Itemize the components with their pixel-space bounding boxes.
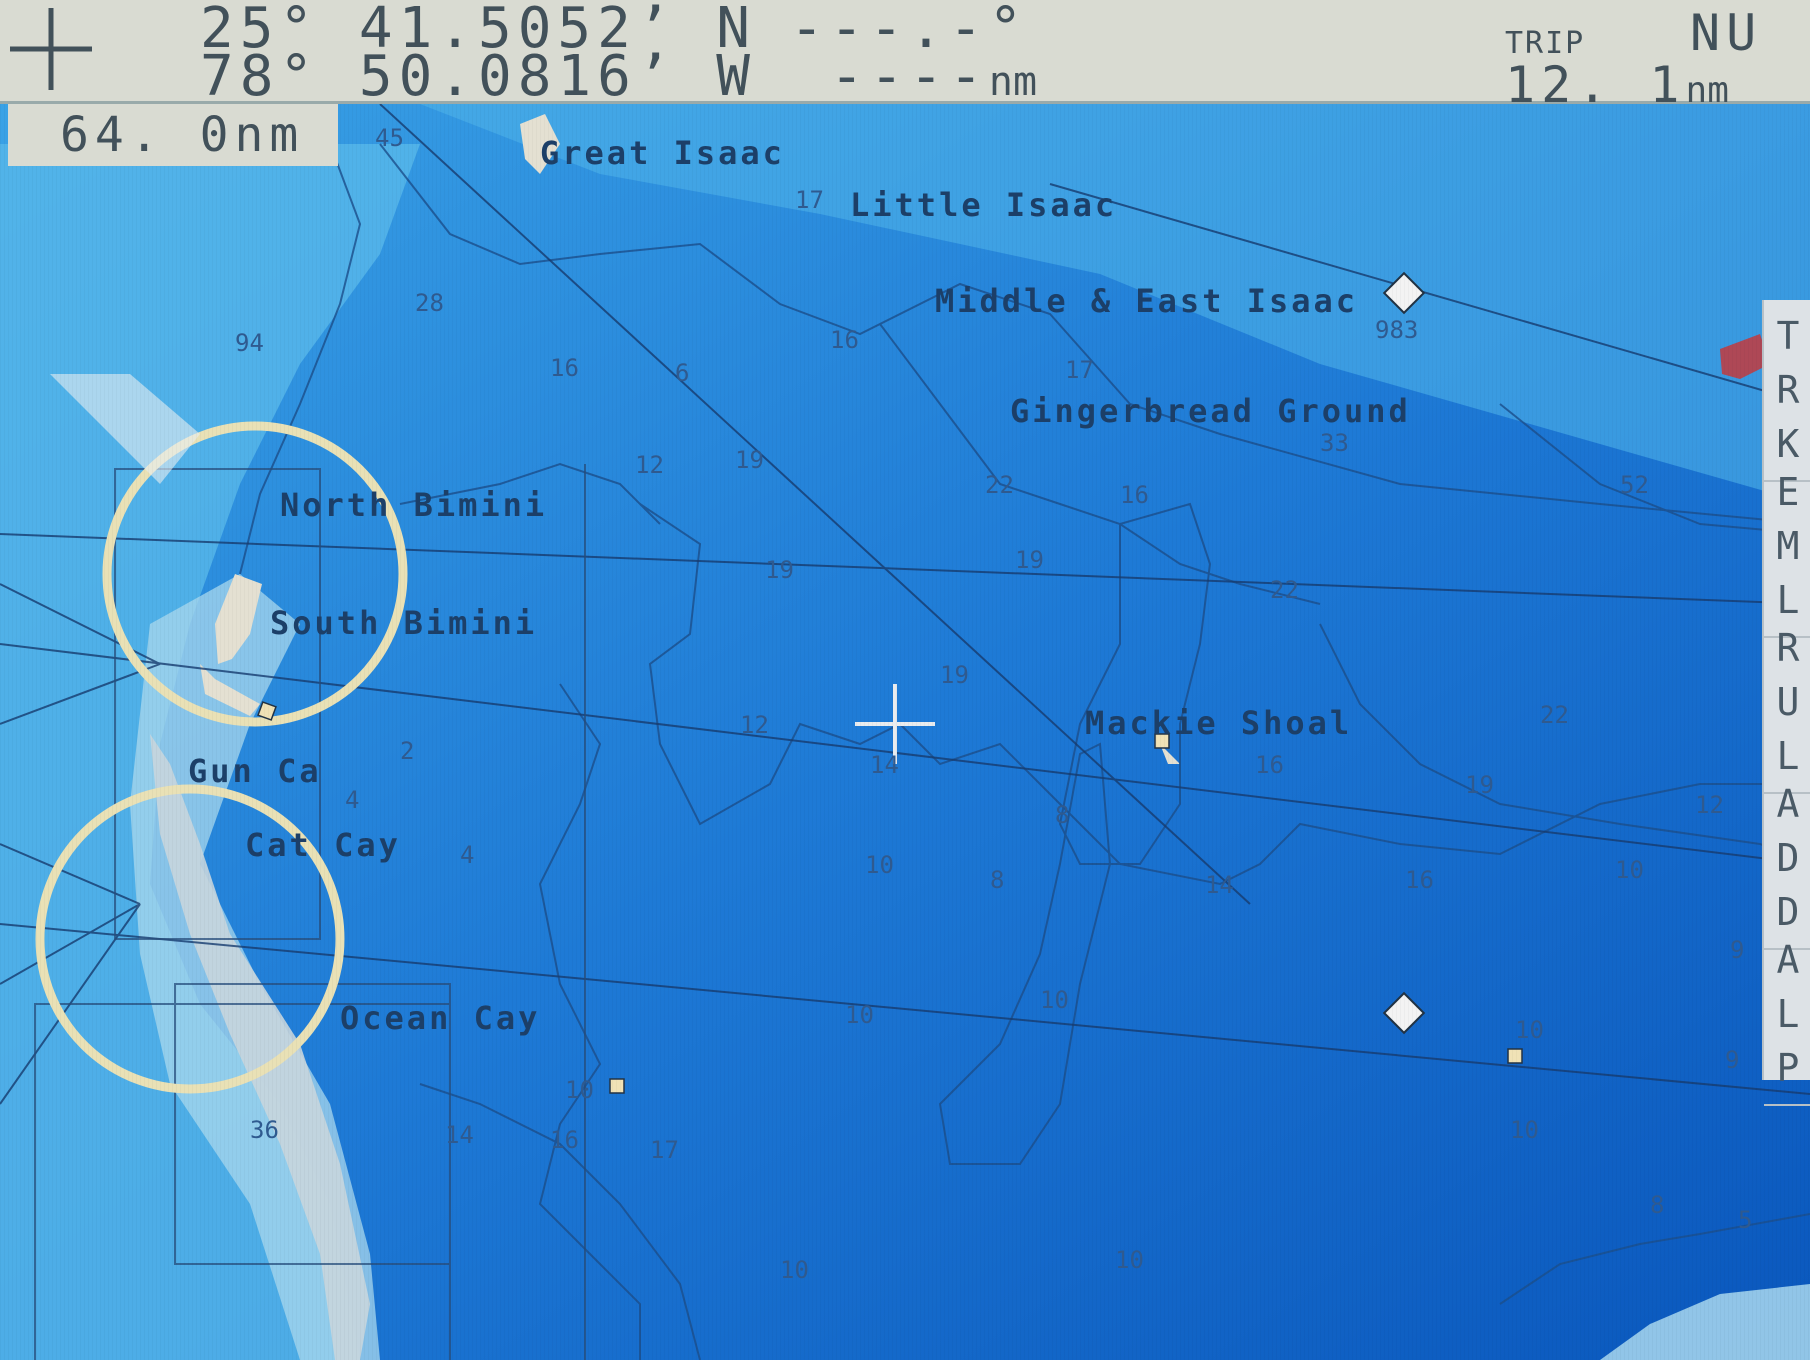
label-little-isaac[interactable]: Little Isaac	[850, 186, 1117, 224]
label-gun-cay[interactable]: Gun Ca	[188, 752, 322, 790]
label-ocean-cay[interactable]: Ocean Cay	[340, 999, 540, 1037]
depth-sounding: 983	[1375, 316, 1419, 344]
depth-sounding: 22	[1540, 701, 1569, 729]
depth-sounding: 12	[635, 451, 664, 479]
range-indicator: 64. 0nm	[8, 104, 338, 166]
depth-sounding: 9	[1730, 936, 1745, 964]
depth-sounding: 33	[1320, 429, 1349, 457]
depth-sounding: 17	[1065, 356, 1094, 384]
menu-trk-button[interactable]: TRK	[1764, 300, 1810, 482]
depth-sounding: 10	[565, 1076, 594, 1104]
label-mackie-shoal[interactable]: Mackie Shoal	[1085, 704, 1352, 742]
label-middle-east-isaac[interactable]: Middle & East Isaac	[935, 282, 1358, 320]
depth-sounding: 4	[460, 841, 475, 869]
longitude-readout: 78° 50.0816’ W	[200, 44, 757, 109]
depth-sounding: 16	[1120, 481, 1149, 509]
depth-sounding: 19	[1015, 546, 1044, 574]
side-menu: TRK EML RUL ADD ALP	[1762, 300, 1810, 1106]
depth-sounding: 5	[1738, 1206, 1753, 1234]
depth-sounding: 19	[1465, 771, 1494, 799]
label-great-isaac[interactable]: Great Isaac	[540, 134, 785, 172]
depth-sounding: 10	[845, 1001, 874, 1029]
depth-sounding: 36	[250, 1116, 279, 1144]
cursor-crosshair-icon	[10, 8, 92, 90]
menu-label: EML	[1776, 470, 1800, 622]
depth-sounding: 12	[740, 711, 769, 739]
depth-sounding: 19	[765, 556, 794, 584]
depth-sounding: 10	[1040, 986, 1069, 1014]
depth-sounding: 10	[780, 1256, 809, 1284]
depth-sounding: 14	[1205, 871, 1234, 899]
menu-label: RUL	[1776, 626, 1800, 778]
label-south-bimini[interactable]: South Bimini	[270, 604, 537, 642]
depth-sounding: 22	[1270, 576, 1299, 604]
menu-label: ADD	[1776, 782, 1800, 934]
menu-alp-button[interactable]: ALP	[1764, 924, 1810, 1106]
depth-sounding: 16	[830, 326, 859, 354]
depth-sounding: 19	[940, 661, 969, 689]
distance-value: ----	[830, 44, 989, 109]
depth-sounding: 12	[1695, 791, 1724, 819]
depth-sounding: 16	[1405, 866, 1434, 894]
depth-sounding: 8	[1650, 1191, 1665, 1219]
depth-sounding: 22	[985, 471, 1014, 499]
depth-sounding: 19	[735, 446, 764, 474]
depth-sounding: 16	[1255, 751, 1284, 779]
depth-sounding: 17	[650, 1136, 679, 1164]
label-north-bimini[interactable]: North Bimini	[280, 486, 547, 524]
depth-sounding: 6	[675, 359, 690, 387]
depth-sounding: 10	[1615, 856, 1644, 884]
label-gingerbread-ground[interactable]: Gingerbread Ground	[1010, 392, 1411, 430]
depth-sounding: 10	[1115, 1246, 1144, 1274]
depth-sounding: 8	[990, 866, 1005, 894]
label-cat-cay[interactable]: Cat Cay	[245, 826, 401, 864]
orientation-indicator[interactable]: NU	[1690, 4, 1762, 62]
menu-label: TRK	[1776, 314, 1800, 466]
depth-sounding: 14	[445, 1121, 474, 1149]
distance-unit: nm	[988, 59, 1038, 105]
depth-sounding: 10	[865, 851, 894, 879]
depth-sounding: 14	[870, 751, 899, 779]
menu-label: ALP	[1776, 938, 1800, 1090]
depth-sounding: 10	[1510, 1116, 1539, 1144]
depth-sounding: 16	[550, 1126, 579, 1154]
depth-sounding: 8	[1055, 801, 1070, 829]
depth-sounding: 9	[1725, 1046, 1740, 1074]
status-bar: 25° 41.5052’ N 78° 50.0816’ W ---.-° ---…	[0, 0, 1810, 114]
depth-sounding: 94	[235, 329, 264, 357]
menu-add-button[interactable]: ADD	[1764, 768, 1810, 950]
chart-canvas	[0, 104, 1810, 1360]
depth-sounding: 52	[1620, 471, 1649, 499]
distance-readout: ----nm	[830, 49, 1038, 107]
depth-sounding: 17	[795, 186, 824, 214]
depth-sounding: 45	[375, 124, 404, 152]
depth-sounding: 10	[1515, 1016, 1544, 1044]
menu-rul-button[interactable]: RUL	[1764, 612, 1810, 794]
depth-sounding: 28	[415, 289, 444, 317]
menu-eml-button[interactable]: EML	[1764, 456, 1810, 638]
depth-sounding: 4	[345, 786, 360, 814]
nautical-chart[interactable]: Great Isaac Little Isaac Middle & East I…	[0, 104, 1810, 1360]
depth-sounding: 16	[550, 354, 579, 382]
depth-sounding: 2	[400, 737, 415, 765]
